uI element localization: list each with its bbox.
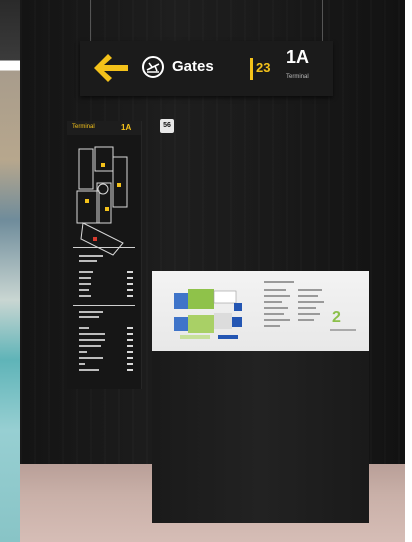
adjacent-photo-strip [0, 0, 20, 542]
totem-row [79, 260, 133, 265]
image-border [405, 0, 412, 542]
yellow-divider [250, 58, 253, 80]
departing-plane-icon [142, 56, 164, 78]
kiosk-list-line [298, 319, 314, 321]
terminal-word: Terminal [286, 74, 309, 80]
kiosk-list-line [264, 319, 290, 321]
kiosk-list-line [298, 295, 318, 297]
terminal-code: 1A [286, 47, 310, 67]
kiosk-list-line [264, 295, 290, 297]
totem-row [79, 277, 133, 282]
kiosk-heading-line [264, 281, 294, 283]
totem-row [79, 363, 133, 368]
kiosk-list-line [264, 307, 288, 309]
left-arrow-icon [94, 54, 128, 82]
kiosk-list-line [264, 325, 280, 327]
totem-row [79, 289, 133, 294]
kiosk-list-line [264, 289, 286, 291]
gate-range: 23 [256, 60, 271, 75]
totem-row [79, 316, 133, 321]
totem-divider [73, 305, 135, 306]
overhead-gates-sign: Gates 23 1A Terminal [80, 41, 333, 96]
sign-hanger-left [90, 0, 91, 42]
totem-row [79, 339, 133, 344]
totem-row [79, 345, 133, 350]
kiosk-list-line [298, 301, 324, 303]
kiosk-level-number: 2 [332, 309, 341, 326]
kiosk-list-line [298, 289, 322, 291]
totem-row [79, 327, 133, 332]
kiosk-caption-line [330, 329, 356, 331]
totem-floor-map [76, 146, 128, 256]
totem-title: Terminal [72, 124, 95, 130]
kiosk-list-line [264, 301, 282, 303]
kiosk-list-line [298, 307, 316, 309]
gates-label: Gates [172, 58, 214, 75]
totem-row [79, 357, 133, 362]
kiosk-list-line [298, 313, 320, 315]
totem-row [79, 283, 133, 288]
kiosk-floor-map [174, 289, 242, 339]
totem-row [79, 369, 133, 374]
sign-hanger-right [322, 0, 323, 42]
kiosk-map-panel: 2 [152, 271, 369, 351]
photo-scene: Gates 23 1A Terminal 56 Terminal 1A 2 [0, 0, 412, 542]
totem-divider [73, 247, 135, 248]
totem-row [79, 271, 133, 276]
totem-row [79, 295, 133, 300]
kiosk-list-line [264, 313, 284, 315]
totem-row [79, 351, 133, 356]
wall-badge: 56 [160, 119, 174, 133]
totem-row [79, 333, 133, 338]
terminal-totem-sign: Terminal 1A [67, 121, 141, 389]
kiosk-pedestal [152, 351, 369, 523]
totem-header: Terminal 1A [67, 121, 141, 135]
totem-code: 1A [121, 123, 132, 132]
